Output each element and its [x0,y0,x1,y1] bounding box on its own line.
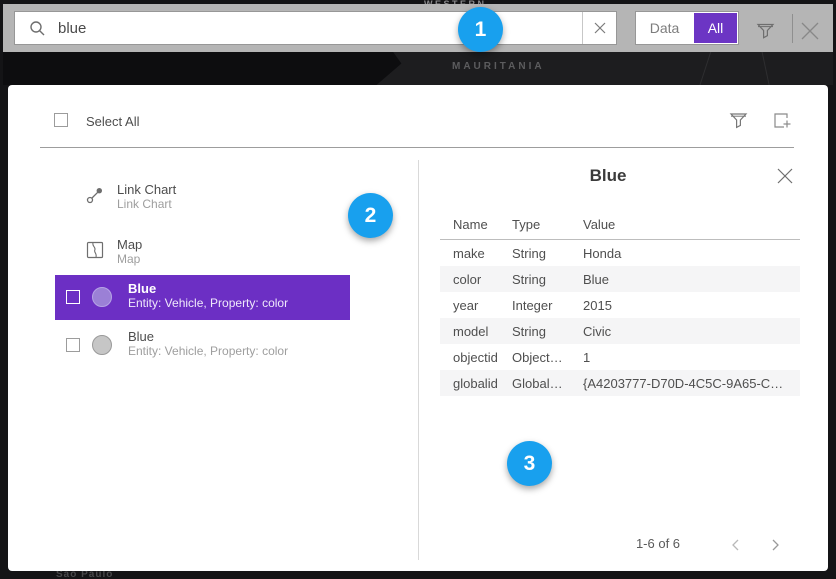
result-checkbox[interactable] [66,290,80,304]
result-title: Link Chart [117,182,176,197]
callout-badge-3: 3 [507,441,552,486]
result-subtitle: Entity: Vehicle, Property: color [128,344,288,359]
cell-value: 2015 [583,298,800,313]
map-background: MAURITANIA [3,52,833,85]
result-subtitle: Map [117,252,142,267]
detail-close-icon[interactable] [777,168,793,184]
column-header-value: Value [583,217,800,239]
cell-type: String [512,272,583,287]
toggle-option-data[interactable]: Data [636,12,693,44]
panel-divider [40,147,794,148]
callout-badge-1: 1 [458,7,503,52]
cell-type: Object… [512,350,583,365]
result-item-map[interactable]: Map Map [55,231,350,276]
table-header: Name Type Value [440,217,800,239]
map-border-line [761,48,770,87]
cell-name: make [440,246,512,261]
select-all-checkbox[interactable] [54,113,68,127]
result-subtitle: Entity: Vehicle, Property: color [128,296,288,311]
chevron-left-icon[interactable] [731,539,740,551]
detail-title: Blue [548,166,668,186]
search-results-panel: Select All Link Chart Link Chart Map [8,85,828,571]
column-header-type: Type [512,217,583,239]
add-to-card-icon[interactable] [772,111,792,131]
cell-name: year [440,298,512,313]
cell-name: color [440,272,512,287]
cell-value: {A4203777-D70D-4C5C-9A65-C… [583,376,800,391]
table-row: color String Blue [440,266,800,292]
result-title: Map [117,237,142,252]
pagination-label: 1-6 of 6 [608,536,708,551]
cell-name: globalid [440,376,512,391]
select-all-label: Select All [86,114,139,129]
result-subtitle: Link Chart [117,197,176,212]
map-icon [86,241,104,259]
result-item-blue[interactable]: Blue Entity: Vehicle, Property: color [55,323,350,368]
clear-search-button[interactable] [582,12,616,44]
entity-circle-icon [92,335,112,355]
cell-value: Honda [583,246,800,261]
map-label-mauritania: MAURITANIA [452,61,545,72]
cell-type: String [512,324,583,339]
table-row: year Integer 2015 [440,292,800,318]
result-checkbox[interactable] [66,338,80,352]
toolbar-divider [792,14,793,43]
search-icon [29,20,46,37]
cell-value: Blue [583,272,800,287]
panel-vertical-divider [418,160,419,560]
search-toolbar: Data All [3,4,833,52]
map-border-line [699,49,712,87]
app-window: WESTERN MAURITANIA São Paulo Data All [0,0,836,579]
cell-name: objectid [440,350,512,365]
result-title: Blue [128,281,288,296]
toggle-option-all[interactable]: All [694,13,737,43]
entity-circle-icon [92,287,112,307]
result-item-blue-selected[interactable]: Blue Entity: Vehicle, Property: color [55,275,350,320]
attribute-table: Name Type Value make String Honda color … [440,217,800,396]
filter-icon[interactable] [756,22,775,40]
column-header-name: Name [440,217,512,239]
cell-value: 1 [583,350,800,365]
scope-toggle: Data All [635,11,739,45]
table-row: make String Honda [440,240,800,266]
cell-type: Global… [512,376,583,391]
close-search-icon[interactable] [799,20,821,42]
results-filter-icon[interactable] [729,111,748,130]
link-chart-icon [86,186,104,204]
table-row: model String Civic [440,318,800,344]
result-title: Blue [128,329,288,344]
result-item-link-chart[interactable]: Link Chart Link Chart [55,176,350,221]
table-row: objectid Object… 1 [440,344,800,370]
cell-type: String [512,246,583,261]
chevron-right-icon[interactable] [771,539,780,551]
cell-type: Integer [512,298,583,313]
search-box [14,11,617,45]
cell-value: Civic [583,324,800,339]
table-row: globalid Global… {A4203777-D70D-4C5C-9A6… [440,370,800,396]
cell-name: model [440,324,512,339]
callout-badge-2: 2 [348,193,393,238]
